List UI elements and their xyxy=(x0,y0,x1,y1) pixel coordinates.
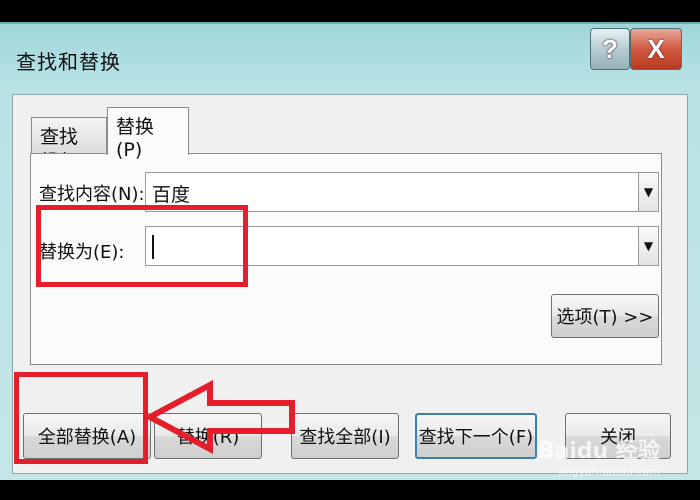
watermark-brand: Baidu 经验 xyxy=(537,439,660,464)
annotation-box-replace-all xyxy=(14,372,148,464)
find-what-value: 百度 xyxy=(152,184,191,206)
dropdown-arrow-icon[interactable]: ▼ xyxy=(638,227,658,265)
dialog-title: 查找和替换 xyxy=(16,50,121,74)
annotation-arrow-icon xyxy=(143,380,295,454)
help-button[interactable]: ? xyxy=(590,28,630,70)
tab-replace[interactable]: 替换(P) xyxy=(107,107,189,161)
close-window-button[interactable]: X xyxy=(630,28,682,70)
annotation-box-replace-field xyxy=(36,205,248,287)
options-button[interactable]: 选项(T) >> xyxy=(551,294,659,338)
find-next-button[interactable]: 查找下一个(F) xyxy=(415,413,537,459)
find-what-label: 查找内容(N): xyxy=(39,184,145,205)
dropdown-arrow-icon[interactable]: ▼ xyxy=(638,173,658,211)
tab-find[interactable]: 查找(D) xyxy=(31,117,107,171)
watermark-url: jingyan.baidu.com xyxy=(558,465,660,478)
find-all-button[interactable]: 查找全部(I) xyxy=(291,413,399,459)
title-bar[interactable]: 查找和替换 ? X xyxy=(0,24,700,94)
baidu-watermark: Baidu 经验 jingyan.baidu.com xyxy=(538,433,660,478)
